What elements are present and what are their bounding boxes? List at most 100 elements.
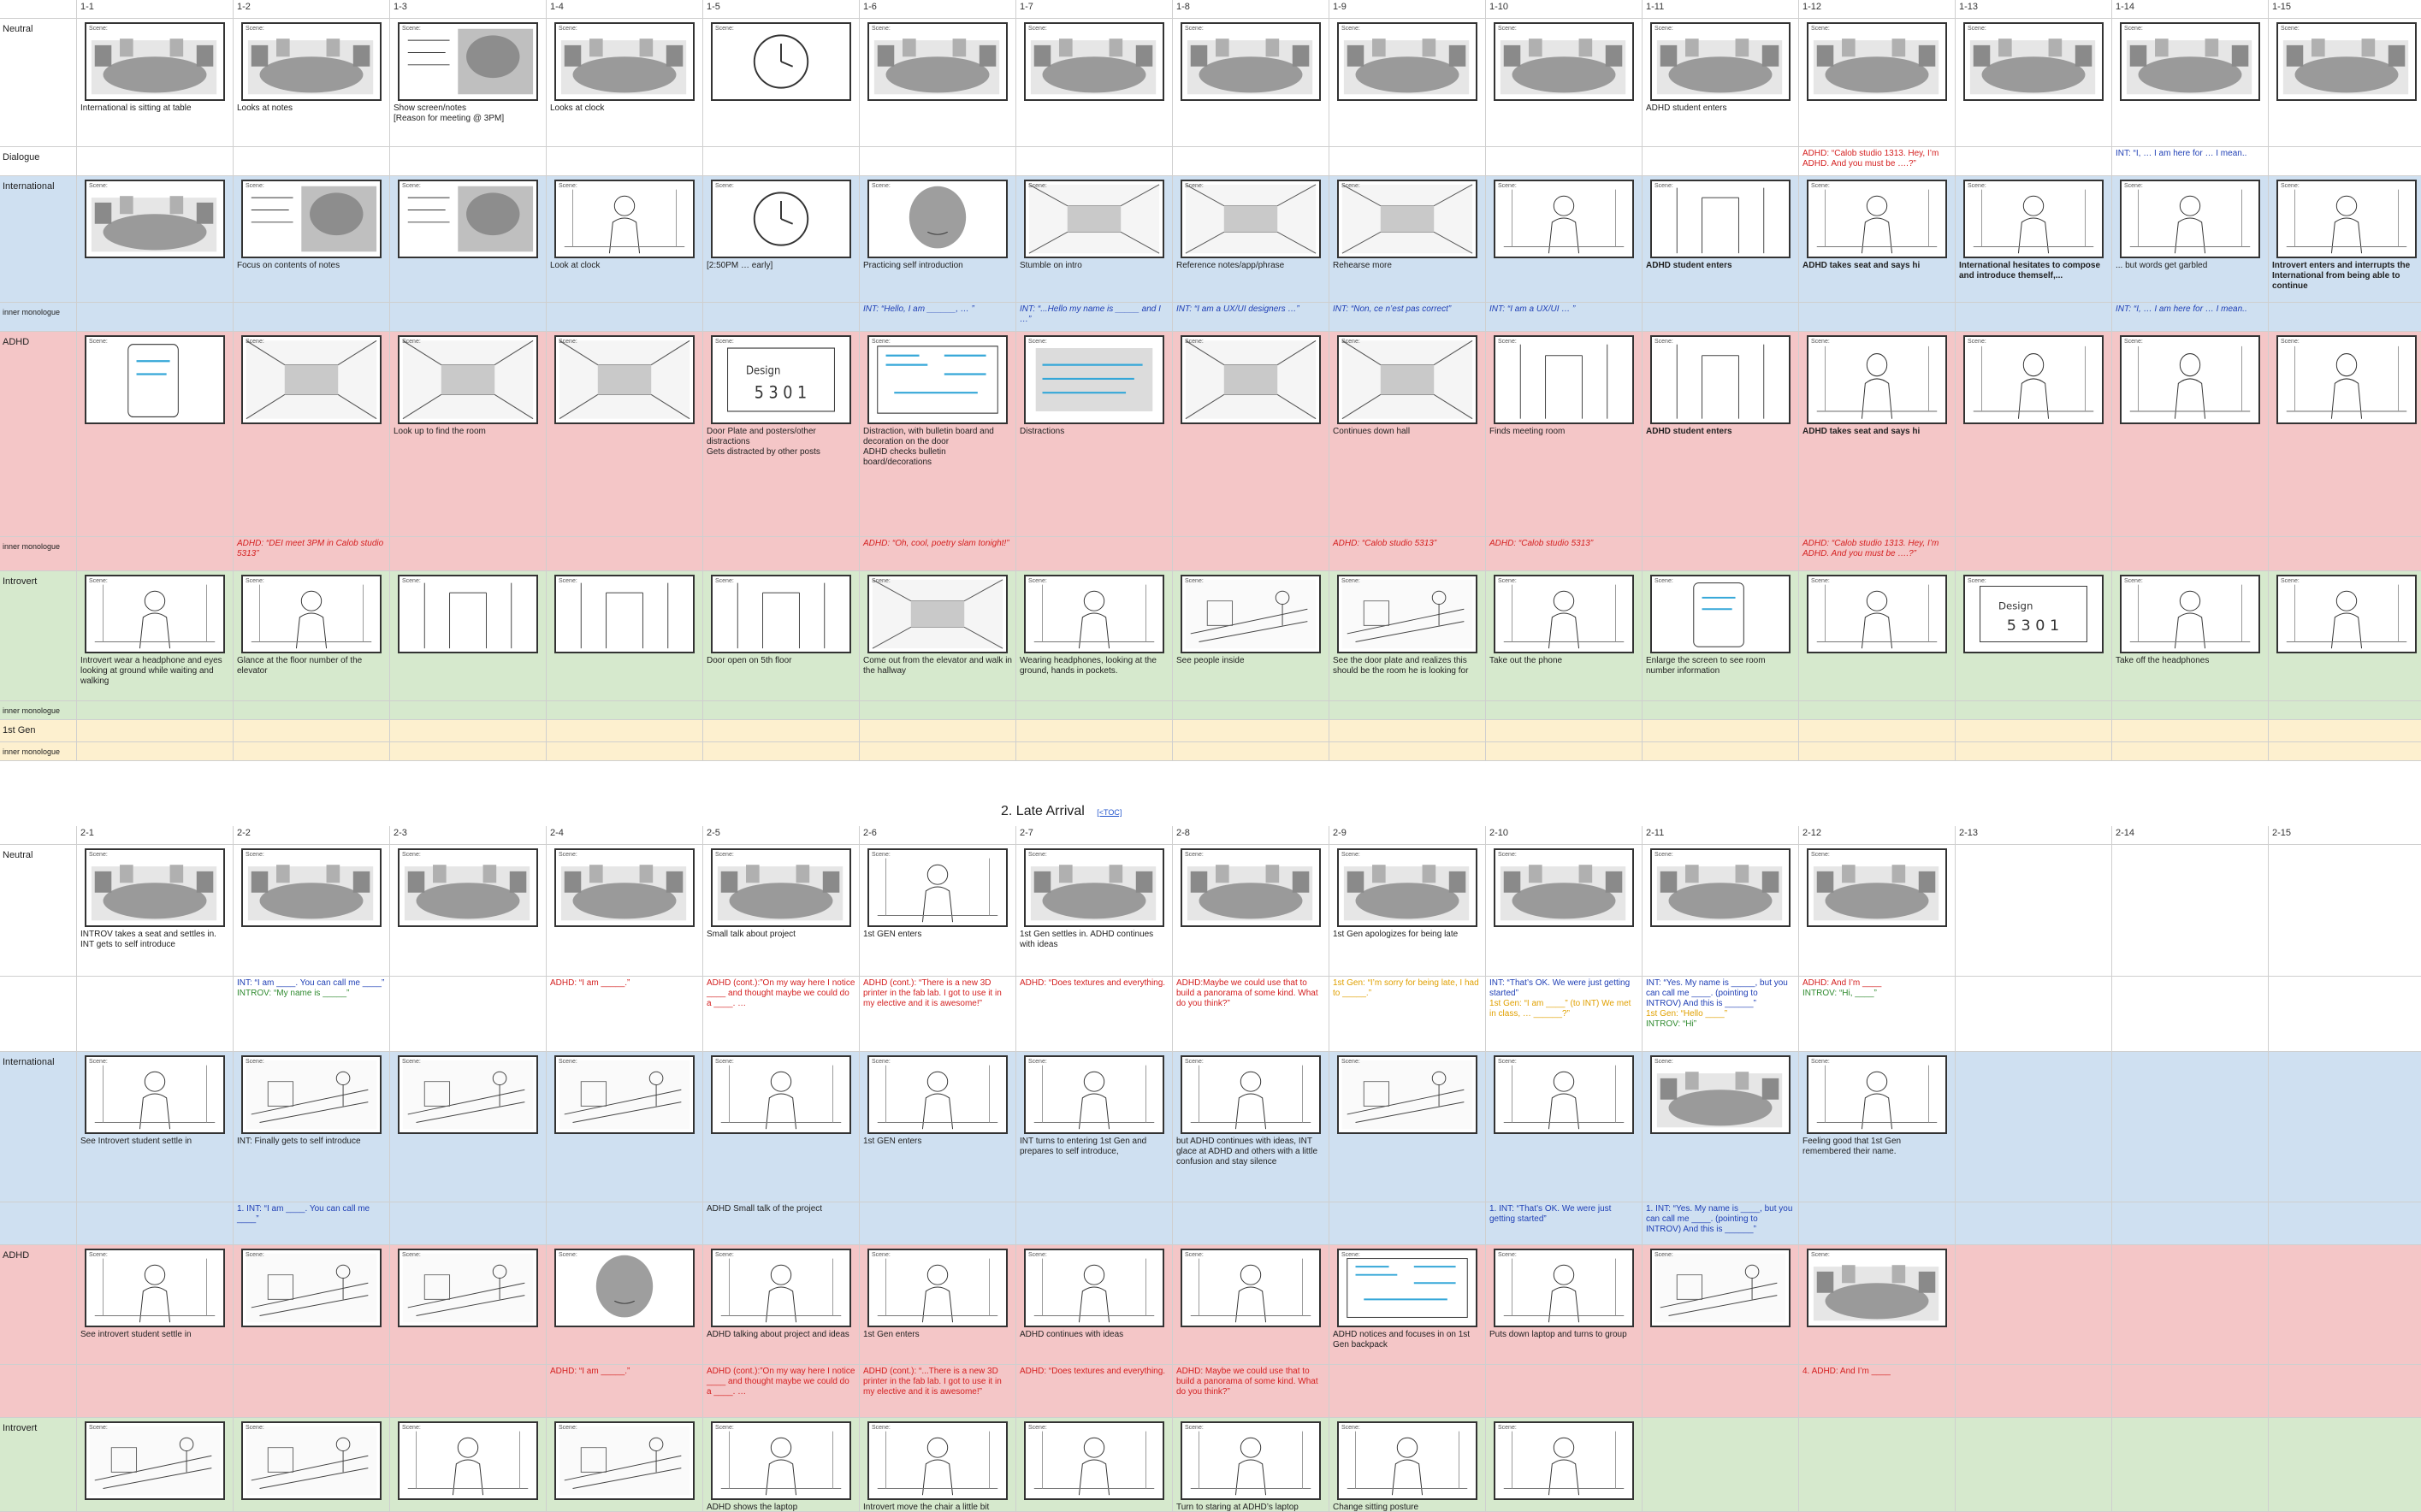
storyboard-frame[interactable]: Scene: [398,335,538,424]
storyboard-frame[interactable]: Scene: [85,575,225,653]
storyboard-frame[interactable]: Scene: [867,848,1008,927]
storyboard-frame[interactable]: Scene: [1494,1421,1634,1500]
storyboard-frame[interactable]: Scene: [711,1249,851,1327]
storyboard-frame[interactable]: Scene: [241,1421,382,1500]
storyboard-frame[interactable]: Scene: [1181,1249,1321,1327]
storyboard-frame[interactable]: Scene: [1650,180,1791,258]
storyboard-frame[interactable]: Scene: [85,1249,225,1327]
storyboard-frame[interactable]: Scene: [1494,335,1634,424]
storyboard-frame[interactable]: Scene: [867,1055,1008,1134]
storyboard-frame[interactable]: Scene: [711,1055,851,1134]
storyboard-frame[interactable]: Scene: [554,22,695,101]
storyboard-frame[interactable]: Scene: [1807,848,1947,927]
storyboard-frame[interactable]: Scene: [711,575,851,653]
storyboard-frame[interactable]: Scene: [241,335,382,424]
storyboard-frame[interactable]: Scene: [1650,22,1791,101]
storyboard-frame[interactable]: Scene: [1650,1249,1791,1327]
storyboard-frame[interactable]: Scene: [2120,180,2260,258]
storyboard-frame[interactable]: Scene: [398,22,538,101]
storyboard-frame[interactable]: Scene: [867,22,1008,101]
storyboard-frame[interactable]: Scene: [1024,1249,1164,1327]
storyboard-frame[interactable]: Scene: [1181,180,1321,258]
storyboard-frame[interactable]: Scene: [1650,335,1791,424]
storyboard-frame[interactable]: Scene: [2120,335,2260,424]
storyboard-frame[interactable]: Scene: [1024,180,1164,258]
storyboard-frame[interactable]: Scene: [554,1249,695,1327]
storyboard-frame[interactable]: Scene: [554,1055,695,1134]
storyboard-frame[interactable]: Scene: [1807,180,1947,258]
storyboard-frame[interactable]: Scene: [1337,1249,1477,1327]
storyboard-frame[interactable]: Design 5 3 0 1 Scene: [1963,575,2104,653]
storyboard-frame[interactable]: Scene: [2276,575,2417,653]
storyboard-frame[interactable]: Scene: [1024,335,1164,424]
storyboard-frame[interactable]: Scene: [85,180,225,258]
storyboard-frame[interactable]: Scene: [1807,22,1947,101]
storyboard-frame[interactable]: Scene: [1337,1055,1477,1134]
storyboard-frame[interactable]: Scene: [1807,1055,1947,1134]
storyboard-frame[interactable]: Scene: [1181,575,1321,653]
storyboard-frame[interactable]: Scene: [85,1421,225,1500]
storyboard-frame[interactable]: Scene: [1337,335,1477,424]
storyboard-frame[interactable]: Scene: [2120,575,2260,653]
storyboard-frame[interactable]: Scene: [1494,1055,1634,1134]
storyboard-frame[interactable]: Scene: [711,180,851,258]
storyboard-frame[interactable]: Scene: [867,335,1008,424]
storyboard-frame[interactable]: Scene: [554,180,695,258]
storyboard-frame[interactable]: Scene: [1494,848,1634,927]
storyboard-frame[interactable]: Scene: [1963,180,2104,258]
storyboard-frame[interactable]: Scene: [1337,575,1477,653]
storyboard-frame[interactable]: Scene: [398,1421,538,1500]
storyboard-frame[interactable]: Scene: [241,1249,382,1327]
storyboard-frame[interactable]: Scene: [1181,1055,1321,1134]
storyboard-frame[interactable]: Scene: [1494,22,1634,101]
storyboard-frame[interactable]: Scene: [1650,1055,1791,1134]
storyboard-frame[interactable]: Scene: [867,1249,1008,1327]
storyboard-frame[interactable]: Scene: [1337,22,1477,101]
storyboard-frame[interactable]: Scene: [1807,1249,1947,1327]
storyboard-frame[interactable]: Scene: [85,848,225,927]
storyboard-frame[interactable]: Scene: [867,180,1008,258]
storyboard-frame[interactable]: Scene: [554,575,695,653]
storyboard-frame[interactable]: Scene: [867,575,1008,653]
storyboard-frame[interactable]: Scene: [1024,848,1164,927]
storyboard-frame[interactable]: Scene: [85,22,225,101]
storyboard-frame[interactable]: Scene: [85,335,225,424]
storyboard-frame[interactable]: Scene: [398,1055,538,1134]
storyboard-frame[interactable]: Scene: [1337,180,1477,258]
storyboard-frame[interactable]: Scene: [1650,575,1791,653]
storyboard-frame[interactable]: Scene: [1807,335,1947,424]
storyboard-frame[interactable]: Scene: [1963,335,2104,424]
storyboard-frame[interactable]: Scene: [1024,575,1164,653]
toc-link[interactable]: [<TOC] [1097,808,1122,817]
storyboard-frame[interactable]: Scene: [241,1055,382,1134]
storyboard-frame[interactable]: Scene: [554,1421,695,1500]
storyboard-frame[interactable]: Scene: [1181,848,1321,927]
storyboard-frame[interactable]: Scene: [1181,22,1321,101]
storyboard-frame[interactable]: Scene: [2276,180,2417,258]
storyboard-frame[interactable]: Scene: [1181,1421,1321,1500]
storyboard-frame[interactable]: Scene: [398,848,538,927]
storyboard-frame[interactable]: Scene: [241,575,382,653]
storyboard-frame[interactable]: Scene: [1337,1421,1477,1500]
storyboard-frame[interactable]: Design 5 3 0 1 Scene: [711,335,851,424]
storyboard-frame[interactable]: Scene: [1337,848,1477,927]
storyboard-frame[interactable]: Scene: [711,1421,851,1500]
storyboard-frame[interactable]: Scene: [1494,1249,1634,1327]
storyboard-frame[interactable]: Scene: [867,1421,1008,1500]
storyboard-frame[interactable]: Scene: [1181,335,1321,424]
storyboard-frame[interactable]: Scene: [1494,575,1634,653]
storyboard-frame[interactable]: Scene: [711,22,851,101]
storyboard-frame[interactable]: Scene: [241,22,382,101]
storyboard-frame[interactable]: Scene: [85,1055,225,1134]
storyboard-frame[interactable]: Scene: [2276,335,2417,424]
storyboard-frame[interactable]: Scene: [554,335,695,424]
storyboard-frame[interactable]: Scene: [711,848,851,927]
storyboard-frame[interactable]: Scene: [1494,180,1634,258]
storyboard-frame[interactable]: Scene: [1807,575,1947,653]
storyboard-frame[interactable]: Scene: [1024,1055,1164,1134]
storyboard-frame[interactable]: Scene: [241,180,382,258]
storyboard-frame[interactable]: Scene: [398,1249,538,1327]
storyboard-frame[interactable]: Scene: [1024,1421,1164,1500]
storyboard-frame[interactable]: Scene: [398,575,538,653]
storyboard-frame[interactable]: Scene: [2120,22,2260,101]
